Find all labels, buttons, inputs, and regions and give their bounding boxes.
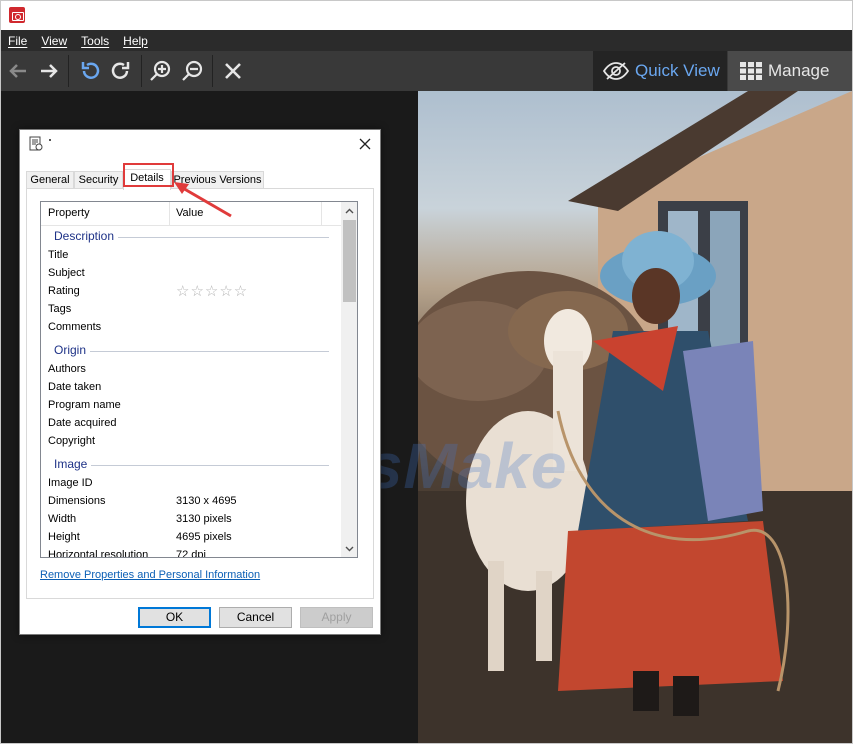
zoom-in-icon[interactable] — [146, 56, 176, 86]
column-divider — [169, 202, 170, 225]
scroll-down-icon[interactable] — [341, 540, 357, 557]
group-rule — [54, 351, 329, 352]
property-name: Authors — [48, 363, 86, 375]
property-name: Image ID — [48, 477, 93, 489]
rotate-right-icon[interactable] — [106, 56, 136, 86]
column-value[interactable]: Value — [176, 207, 203, 219]
group-image-label: Image — [54, 457, 92, 471]
dialog-close-icon[interactable] — [358, 137, 372, 151]
menu-bar: File View Tools Help — [1, 30, 852, 51]
quick-view-label: Quick View — [635, 61, 720, 80]
property-value: 3130 x 4695 — [176, 495, 237, 507]
property-value: 72 dpi — [176, 549, 206, 558]
menu-file[interactable]: File — [8, 34, 27, 48]
row-rating[interactable]: Rating ☆☆☆☆☆ — [41, 283, 341, 301]
column-divider — [321, 202, 322, 225]
property-name: Comments — [48, 321, 102, 333]
property-name: Dimensions — [48, 495, 106, 507]
list-header: Property Value — [41, 202, 341, 226]
ok-button[interactable]: OK — [138, 607, 211, 628]
tab-security[interactable]: Security — [74, 171, 123, 189]
property-name: Date acquired — [48, 417, 117, 429]
row-authors[interactable]: Authors — [41, 361, 341, 379]
toolbar-separator — [68, 55, 69, 87]
quick-view-tab[interactable]: Quick View — [593, 51, 727, 91]
group-image: Image — [41, 456, 341, 474]
property-value: 3130 pixels — [176, 513, 232, 525]
scrollbar-thumb[interactable] — [343, 220, 356, 302]
back-arrow-icon[interactable] — [3, 56, 33, 86]
manage-label: Manage — [768, 61, 830, 80]
property-name: Horizontal resolution — [48, 549, 149, 558]
row-height[interactable]: Height 4695 pixels — [41, 529, 341, 547]
app-camera-icon — [9, 7, 25, 23]
row-comments[interactable]: Comments — [41, 319, 341, 337]
app-window: File View Tools Help Quick View Manage T… — [0, 0, 853, 744]
property-name: Copyright — [48, 435, 96, 447]
toolbar-separator — [141, 55, 142, 87]
photo-girl-with-alpaca — [418, 91, 852, 743]
row-date-acquired[interactable]: Date acquired — [41, 415, 341, 433]
properties-list[interactable]: Property Value Description Title Subject… — [40, 201, 358, 558]
toolbar-separator — [212, 55, 213, 87]
row-date-taken[interactable]: Date taken — [41, 379, 341, 397]
dialog-title-text — [49, 139, 51, 141]
group-rule — [54, 465, 329, 466]
remove-properties-link[interactable]: Remove Properties and Personal Informati… — [40, 569, 260, 581]
tab-previous-versions[interactable]: Previous Versions — [171, 171, 264, 189]
title-bar — [1, 1, 852, 30]
property-name: Width — [48, 513, 77, 525]
row-width[interactable]: Width 3130 pixels — [41, 511, 341, 529]
group-origin-label: Origin — [54, 343, 91, 357]
rotate-left-icon[interactable] — [75, 56, 105, 86]
row-title[interactable]: Title — [41, 247, 341, 265]
zoom-out-icon[interactable] — [178, 56, 208, 86]
column-property[interactable]: Property — [48, 207, 90, 219]
menu-view[interactable]: View — [41, 34, 67, 48]
manage-tab[interactable]: Manage — [728, 51, 852, 91]
property-name: Date taken — [48, 381, 102, 393]
vertical-scrollbar[interactable] — [341, 202, 357, 557]
grid-icon — [740, 62, 762, 80]
group-description: Description — [41, 228, 341, 246]
rating-stars[interactable]: ☆☆☆☆☆ — [176, 282, 248, 300]
properties-dialog: General Security Details Previous Versio… — [19, 129, 381, 635]
row-image-id[interactable]: Image ID — [41, 475, 341, 493]
group-description-label: Description — [54, 229, 119, 243]
apply-button[interactable]: Apply — [300, 607, 373, 628]
close-icon[interactable] — [218, 56, 248, 86]
cancel-button[interactable]: Cancel — [219, 607, 292, 628]
property-name: Subject — [48, 267, 85, 279]
property-name: Tags — [48, 303, 72, 315]
row-subject[interactable]: Subject — [41, 265, 341, 283]
eye-icon — [603, 62, 629, 80]
scroll-up-icon[interactable] — [341, 202, 357, 219]
row-program-name[interactable]: Program name — [41, 397, 341, 415]
file-properties-icon — [29, 136, 43, 151]
property-name: Rating — [48, 285, 80, 297]
property-value: 4695 pixels — [176, 531, 232, 543]
toolbar: Quick View Manage — [1, 51, 852, 91]
forward-arrow-icon[interactable] — [34, 56, 64, 86]
menu-tools[interactable]: Tools — [81, 34, 109, 48]
row-horizontal-resolution[interactable]: Horizontal resolution 72 dpi — [41, 547, 341, 558]
property-name: Program name — [48, 399, 121, 411]
dialog-title-bar — [20, 130, 380, 160]
property-name: Title — [48, 249, 69, 261]
property-name: Height — [48, 531, 80, 543]
details-panel: Property Value Description Title Subject… — [26, 188, 374, 599]
row-dimensions[interactable]: Dimensions 3130 x 4695 — [41, 493, 341, 511]
tab-general[interactable]: General — [26, 171, 74, 189]
tab-details[interactable]: Details — [123, 169, 171, 190]
menu-help[interactable]: Help — [123, 34, 148, 48]
group-origin: Origin — [41, 342, 341, 360]
row-tags[interactable]: Tags — [41, 301, 341, 319]
row-copyright[interactable]: Copyright — [41, 433, 341, 451]
photo-illustration — [418, 91, 852, 743]
